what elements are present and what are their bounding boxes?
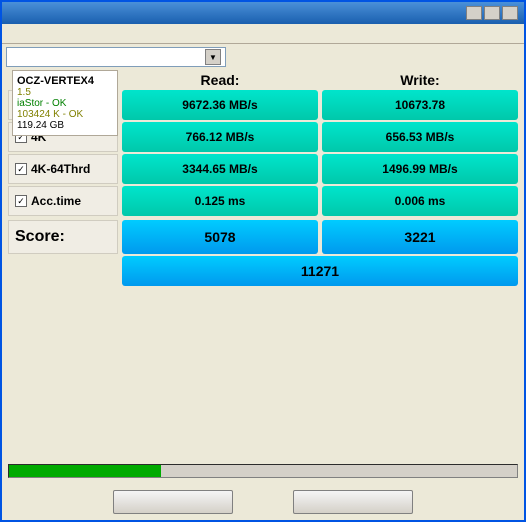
- score-write-value: 3221: [322, 220, 518, 254]
- maximize-button[interactable]: [484, 6, 500, 20]
- row-checkbox[interactable]: ✓: [15, 163, 27, 175]
- total-score-row: 11271: [8, 256, 518, 286]
- write-value: 10673.78: [322, 90, 518, 120]
- read-value: 0.125 ms: [122, 186, 318, 216]
- title-bar-buttons: [466, 6, 518, 20]
- dropdown-arrow-icon[interactable]: ▼: [205, 49, 221, 65]
- size-k-overlay: 103424 K - OK: [17, 109, 113, 120]
- row-label-area: ✓ Acc.time: [8, 186, 118, 216]
- menu-file[interactable]: [6, 33, 14, 35]
- size-gb-overlay: 119.24 GB: [17, 120, 113, 131]
- score-row: Score: 5078 3221: [8, 220, 518, 254]
- iastor-status-overlay: iaStor - OK: [17, 98, 113, 109]
- write-value: 1496.99 MB/s: [322, 154, 518, 184]
- read-value: 766.12 MB/s: [122, 122, 318, 152]
- table-row: ✓ Acc.time 0.125 ms 0.006 ms: [8, 186, 518, 216]
- progress-bar-outer: [8, 464, 518, 478]
- score-label-area: Score:: [8, 220, 118, 254]
- drive-name-overlay: OCZ-VERTEX4: [17, 75, 113, 87]
- title-bar: [2, 2, 524, 24]
- write-value: 656.53 MB/s: [322, 122, 518, 152]
- row-label: 4K-64Thrd: [31, 162, 90, 176]
- menu-view[interactable]: [42, 33, 50, 35]
- menu-edit[interactable]: [24, 33, 32, 35]
- write-value: 0.006 ms: [322, 186, 518, 216]
- info-panel-overlay: OCZ-VERTEX4 1.5 iaStor - OK 103424 K - O…: [12, 70, 118, 136]
- menu-bar: [2, 24, 524, 44]
- table-row: ✓ 4K-64Thrd 3344.65 MB/s 1496.99 MB/s: [8, 154, 518, 184]
- read-value: 3344.65 MB/s: [122, 154, 318, 184]
- row-label: Acc.time: [31, 194, 81, 208]
- row-label-area: ✓ 4K-64Thrd: [8, 154, 118, 184]
- progress-bar-inner: [9, 465, 161, 477]
- menu-help[interactable]: [96, 33, 104, 35]
- bottom-buttons: [2, 486, 524, 520]
- read-header: Read:: [122, 72, 318, 88]
- score-read-value: 5078: [122, 220, 318, 254]
- score-label: Score:: [15, 228, 65, 246]
- close-button[interactable]: [502, 6, 518, 20]
- start-button[interactable]: [113, 490, 233, 514]
- read-value: 9672.36 MB/s: [122, 90, 318, 120]
- minimize-button[interactable]: [466, 6, 482, 20]
- score-total-value: 11271: [122, 256, 518, 286]
- progress-area: [2, 460, 524, 486]
- menu-language[interactable]: [78, 33, 86, 35]
- main-window: ▼ Read: Write: ✓ Seq 9672.36 MB/s 10673.…: [0, 0, 526, 522]
- menu-tools[interactable]: [60, 33, 68, 35]
- drive-dropdown[interactable]: ▼: [6, 47, 226, 67]
- write-header: Write:: [322, 72, 518, 88]
- abort-button[interactable]: [293, 490, 413, 514]
- drive-version-overlay: 1.5: [17, 87, 113, 98]
- row-checkbox[interactable]: ✓: [15, 195, 27, 207]
- toolbar: ▼: [2, 44, 524, 70]
